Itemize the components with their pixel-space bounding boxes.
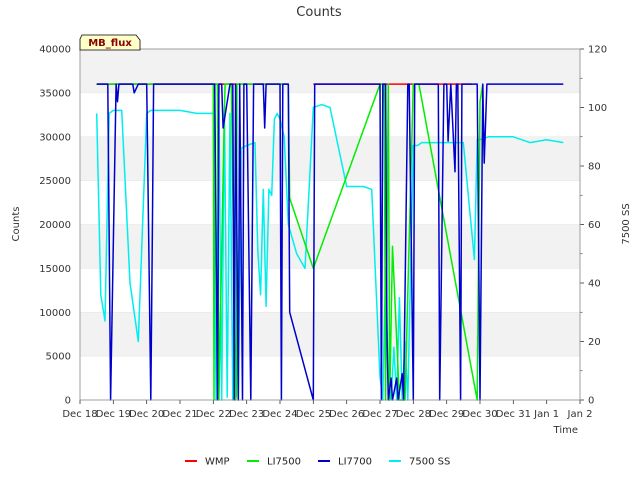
x-axis-ticks: Dec 18Dec 19Dec 20Dec 21Dec 22Dec 23Dec … bbox=[62, 400, 592, 420]
y2-tick-label: 120 bbox=[588, 45, 607, 56]
plot-background-bands bbox=[80, 49, 580, 400]
legend-label: 7500 SS bbox=[409, 457, 450, 468]
y-tick-label: 20000 bbox=[39, 220, 71, 231]
y-axis-label: Counts bbox=[11, 207, 22, 242]
legend-label: LI7700 bbox=[338, 457, 372, 468]
annotation-box: MB_flux bbox=[79, 34, 141, 51]
x-tick-label: Dec 27 bbox=[362, 409, 397, 420]
y2-axis-label: 7500 SS bbox=[621, 203, 632, 244]
x-tick-label: Dec 23 bbox=[229, 409, 264, 420]
y2-tick-label: 0 bbox=[588, 396, 594, 407]
annotation-label: MB_flux bbox=[88, 38, 132, 49]
y-axis-ticks: 0 5000 10000 15000 20000 25000 30000 35000 40000 bbox=[39, 45, 71, 407]
x-tick-label: Jan 1 bbox=[533, 409, 559, 420]
x-tick-label: Dec 28 bbox=[396, 409, 431, 420]
legend-label: LI7500 bbox=[267, 457, 301, 468]
x-tick-label: Dec 20 bbox=[129, 409, 164, 420]
y2-axis-ticks: 0 20 40 60 80 100 120 bbox=[580, 45, 607, 407]
plot-band bbox=[80, 224, 580, 269]
y-tick-label: 0 bbox=[65, 396, 71, 407]
plot-band bbox=[80, 268, 580, 313]
y-tick-label: 15000 bbox=[39, 264, 71, 275]
plot-band bbox=[80, 49, 580, 93]
y-tick-label: 5000 bbox=[46, 352, 71, 363]
x-tick-label: Dec 19 bbox=[96, 409, 131, 420]
y2-tick-label: 40 bbox=[588, 279, 601, 290]
y-tick-label: 40000 bbox=[39, 45, 71, 56]
x-tick-label: Dec 30 bbox=[462, 409, 497, 420]
plot-band bbox=[80, 180, 580, 225]
plot-band bbox=[80, 92, 580, 137]
x-tick-label: Dec 26 bbox=[329, 409, 364, 420]
legend-label: WMP bbox=[205, 457, 230, 468]
chart-title: Counts bbox=[296, 5, 342, 20]
plot-band bbox=[80, 356, 580, 400]
y-tick-label: 25000 bbox=[39, 176, 71, 187]
y-tick-label: 30000 bbox=[39, 132, 71, 143]
x-tick-label: Jan 2 bbox=[567, 409, 593, 420]
x-tick-label: Dec 24 bbox=[262, 409, 297, 420]
x-tick-label: Dec 25 bbox=[296, 409, 331, 420]
legend: WMP LI7500 LI7700 7500 SS bbox=[185, 457, 450, 468]
y-tick-label: 35000 bbox=[39, 88, 71, 99]
x-tick-label: Dec 21 bbox=[162, 409, 197, 420]
plot-band bbox=[80, 312, 580, 357]
x-tick-label: Dec 29 bbox=[429, 409, 464, 420]
y2-tick-label: 20 bbox=[588, 337, 601, 348]
y2-tick-label: 80 bbox=[588, 162, 601, 173]
plot-band bbox=[80, 136, 580, 181]
x-tick-label: Dec 31 bbox=[496, 409, 531, 420]
x-tick-label: Dec 18 bbox=[62, 409, 97, 420]
x-axis-label: Time bbox=[553, 425, 578, 436]
chart: Counts 0 5000 10000 15000 20000 25000 30000 350… bbox=[11, 5, 632, 468]
y2-tick-label: 60 bbox=[588, 220, 601, 231]
y-tick-label: 10000 bbox=[39, 308, 71, 319]
y2-tick-label: 100 bbox=[588, 103, 607, 114]
x-tick-label: Dec 22 bbox=[196, 409, 231, 420]
